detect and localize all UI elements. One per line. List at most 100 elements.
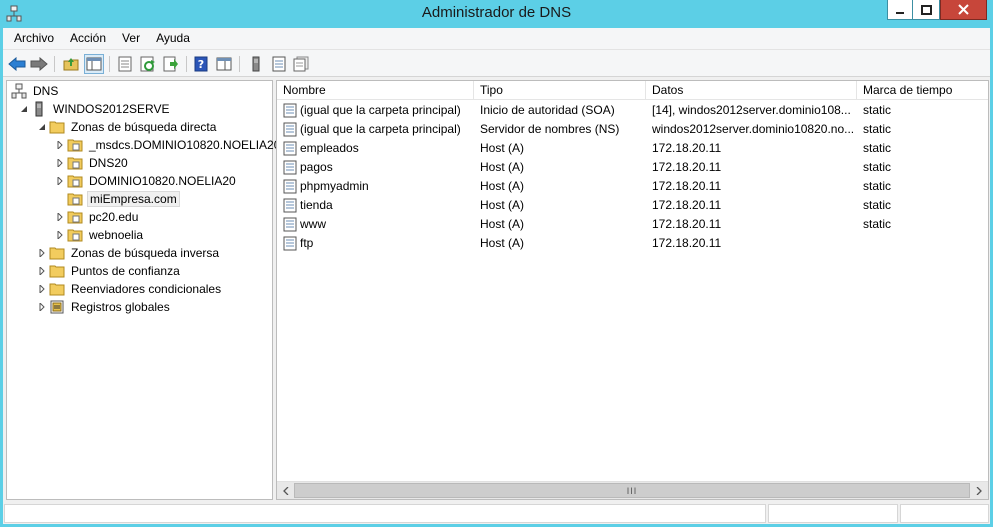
collapsed-arrow-icon[interactable] [55, 176, 65, 186]
menu-bar: Archivo Acción Ver Ayuda [3, 28, 990, 49]
record-name: www [300, 217, 326, 231]
records-list[interactable]: Nombre Tipo Datos Marca de tiempo (igual… [276, 80, 989, 500]
tree-node-zone[interactable]: DNS20 [55, 154, 130, 172]
record-icon [283, 141, 297, 156]
collapsed-arrow-icon[interactable] [37, 248, 47, 258]
back-button[interactable] [7, 54, 27, 74]
record-icon [283, 179, 297, 194]
close-button[interactable] [940, 0, 987, 20]
toolbar-separator [54, 56, 55, 72]
menu-ver[interactable]: Ver [114, 28, 148, 49]
table-row[interactable]: ftp Host (A) 172.18.20.11 [277, 234, 988, 253]
tree-label: Puntos de confianza [71, 264, 180, 278]
record-icon [283, 122, 297, 137]
menu-accion[interactable]: Acción [62, 28, 114, 49]
minimize-icon [896, 11, 904, 14]
record-name: pagos [300, 160, 333, 174]
tree-node-zone-selected[interactable]: miEmpresa.com [55, 190, 180, 208]
table-row[interactable]: empleados Host (A) 172.18.20.11 static [277, 139, 988, 158]
tree-node-conditional-forwarders[interactable]: Reenviadores condicionales [37, 280, 223, 298]
record-type: Host (A) [480, 217, 525, 231]
record-data: 172.18.20.11 [652, 236, 722, 250]
server-icon [252, 56, 260, 72]
table-row[interactable]: phpmyadmin Host (A) 172.18.20.11 static [277, 177, 988, 196]
scroll-right-button[interactable] [970, 482, 987, 499]
column-header-datos[interactable]: Datos [646, 81, 857, 100]
tree-node-global-logs[interactable]: Registros globales [37, 298, 172, 316]
record-name: (igual que la carpeta principal) [300, 122, 461, 136]
console-tree[interactable]: DNS WINDOS2012SERVE Zonas de búsqueda di… [6, 80, 280, 500]
help-icon: ? [194, 56, 208, 72]
toolbar-separator [239, 56, 240, 72]
table-row[interactable]: (igual que la carpeta principal) Inicio … [277, 101, 988, 120]
tree-node-server[interactable]: WINDOS2012SERVE [19, 100, 172, 118]
tree-node-forward-zones[interactable]: Zonas de búsqueda directa [37, 118, 218, 136]
collapsed-arrow-icon[interactable] [37, 266, 47, 276]
refresh-button[interactable] [138, 54, 158, 74]
column-header-nombre[interactable]: Nombre [277, 81, 474, 100]
record-copy-button[interactable] [291, 54, 311, 74]
zone-icon [67, 173, 83, 189]
tree-label: DOMINIO10820.NOELIA20 [89, 174, 236, 188]
record-data: 172.18.20.11 [652, 141, 722, 155]
scroll-thumb[interactable]: III [294, 483, 970, 498]
expanded-arrow-icon[interactable] [37, 122, 47, 132]
menu-archivo[interactable]: Archivo [3, 28, 62, 49]
tree-node-trust-points[interactable]: Puntos de confianza [37, 262, 182, 280]
minimize-button[interactable] [887, 0, 913, 20]
tree-node-zone[interactable]: pc20.edu [55, 208, 140, 226]
properties-button[interactable] [115, 54, 135, 74]
table-row[interactable]: tienda Host (A) 172.18.20.11 static [277, 196, 988, 215]
forward-button[interactable] [29, 54, 49, 74]
tree-label: Zonas de búsqueda inversa [71, 246, 220, 260]
console-view-icon [216, 57, 232, 71]
maximize-icon [920, 4, 932, 15]
collapsed-arrow-icon[interactable] [55, 230, 65, 240]
tree-node-zone[interactable]: webnoelia [55, 226, 145, 244]
table-row[interactable]: www Host (A) 172.18.20.11 static [277, 215, 988, 234]
menu-ayuda[interactable]: Ayuda [148, 28, 198, 49]
record-icon [283, 217, 297, 232]
maximize-button[interactable] [913, 0, 940, 20]
toolbar: ? [3, 49, 990, 77]
collapsed-arrow-icon[interactable] [55, 140, 65, 150]
record-type: Host (A) [480, 179, 525, 193]
column-header-tipo[interactable]: Tipo [474, 81, 646, 100]
show-hide-tree-button[interactable] [84, 54, 104, 74]
refresh-icon [140, 56, 155, 72]
tree-label: DNS20 [89, 156, 128, 170]
tree-node-zone[interactable]: DOMINIO10820.NOELIA20 [55, 172, 238, 190]
server-icon [31, 101, 47, 117]
record-name: phpmyadmin [300, 179, 369, 193]
column-header-marca-de-tiempo[interactable]: Marca de tiempo [857, 81, 988, 100]
table-row[interactable]: pagos Host (A) 172.18.20.11 static [277, 158, 988, 177]
console-view-button[interactable] [214, 54, 234, 74]
scroll-left-button[interactable] [277, 482, 294, 499]
tree-node-dns[interactable]: DNS [11, 82, 60, 100]
record-name: (igual que la carpeta principal) [300, 103, 461, 117]
tree-label: miEmpresa.com [87, 191, 180, 207]
expanded-arrow-icon[interactable] [19, 104, 29, 114]
tree-node-zone[interactable]: _msdcs.DOMINIO10820.NOELIA20 [55, 136, 282, 154]
up-one-level-button[interactable] [61, 54, 81, 74]
tree-node-reverse-zones[interactable]: Zonas de búsqueda inversa [37, 244, 221, 262]
help-button[interactable]: ? [191, 54, 211, 74]
collapsed-arrow-icon[interactable] [37, 284, 47, 294]
horizontal-scrollbar[interactable]: III [277, 481, 988, 499]
status-pane-tertiary [900, 504, 989, 523]
new-record-button[interactable] [269, 54, 289, 74]
collapsed-arrow-icon[interactable] [37, 302, 47, 312]
collapsed-arrow-icon[interactable] [55, 212, 65, 222]
table-row[interactable]: (igual que la carpeta principal) Servido… [277, 120, 988, 139]
server-button[interactable] [246, 54, 266, 74]
tree-label: Reenviadores condicionales [71, 282, 222, 296]
tree-label: DNS [33, 84, 59, 98]
folder-icon [49, 119, 65, 135]
toolbar-separator [109, 56, 110, 72]
tree-label: _msdcs.DOMINIO10820.NOELIA20 [89, 138, 281, 152]
scroll-grip: III [626, 485, 638, 496]
export-list-button[interactable] [161, 54, 181, 74]
tree-label: WINDOS2012SERVE [53, 102, 170, 116]
svg-text:?: ? [198, 58, 204, 71]
collapsed-arrow-icon[interactable] [55, 158, 65, 168]
